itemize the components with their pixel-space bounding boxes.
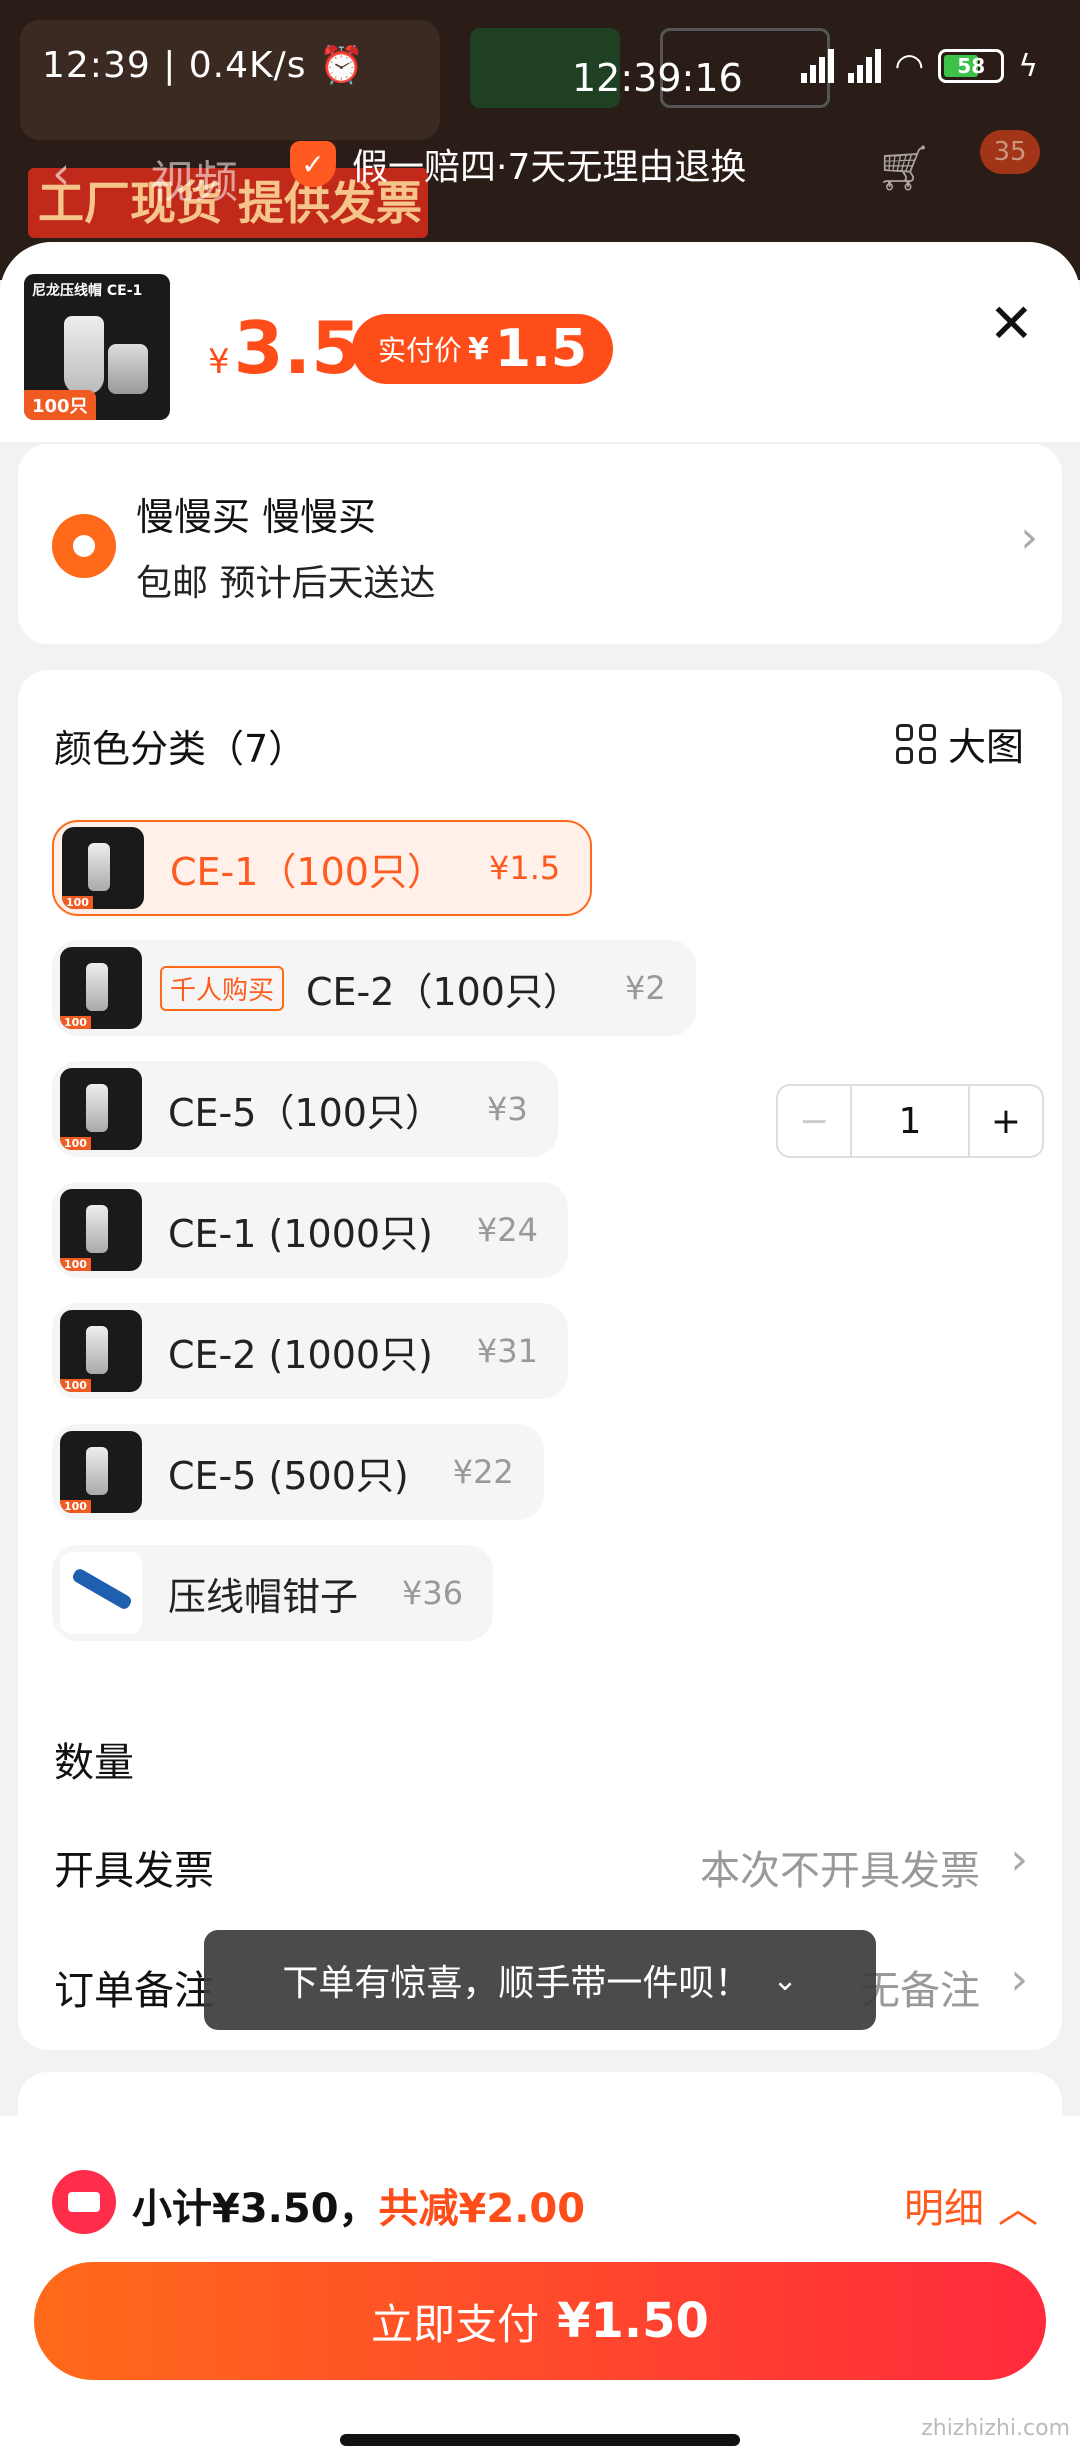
checkout-bar: 小计¥3.50，共减¥2.00 明细 ︿ 立即支付 ¥1.50 zhizhizh…: [0, 2116, 1080, 2460]
increment-button[interactable]: +: [970, 1086, 1042, 1156]
shield-check-icon: ✓: [290, 141, 336, 187]
quantity-value[interactable]: 1: [850, 1086, 970, 1156]
option-thumbnail: 100: [60, 1068, 142, 1150]
subtotal: 小计¥3.50，共减¥2.00: [132, 2176, 585, 2234]
option-thumbnail: 100: [60, 1189, 142, 1271]
option-thumbnail: 100: [62, 827, 144, 909]
quantity-stepper[interactable]: − 1 +: [776, 1084, 1044, 1158]
guarantee-banner: ✓ 假一赔四·7天无理由退换: [290, 138, 746, 190]
chevron-right-icon: ›: [1010, 1834, 1028, 1885]
grid-icon: [895, 723, 936, 764]
status-bar: 12:39 | 0.4K/s ⏰ 12:39:16 ◠ 58 ϟ: [0, 0, 1080, 130]
discount-text: 共减¥2.00: [378, 2186, 586, 2232]
watermark: zhizhizhi.com: [921, 2416, 1070, 2441]
chevron-right-icon: ›: [1020, 512, 1038, 563]
paid-price-currency: ¥: [468, 331, 489, 367]
thumbnail-title: 尼龙压线帽 CE-1: [32, 283, 143, 299]
sheet-header: 尼龙压线帽 CE-1 100只 ¥ 3.5 实付价 ¥ 1.5 ✕: [0, 242, 1080, 442]
option-name: 压线帽钳子: [168, 1574, 359, 1619]
option-name: CE-2（100只）: [306, 969, 581, 1014]
battery-level: 58: [957, 54, 986, 78]
thumbnail-tag: 100只: [24, 390, 96, 420]
option-ce5-500[interactable]: 100 CE-5 (500只) ¥22: [52, 1424, 544, 1520]
status-left: 12:39 | 0.4K/s ⏰: [42, 45, 365, 86]
option-price: ¥31: [476, 1332, 538, 1370]
remark-label[interactable]: 订单备注: [54, 1958, 214, 2016]
option-ce1-1000[interactable]: 100 CE-1 (1000只) ¥24: [52, 1182, 568, 1278]
toast-text: 下单有惊喜，顺手带一件呗！: [282, 1963, 751, 2004]
status-right: ◠ 58 ϟ: [800, 46, 1038, 86]
option-name: CE-1 (1000只): [168, 1211, 433, 1256]
option-name: CE-2 (1000只): [168, 1332, 433, 1377]
ticket-icon: [52, 2170, 116, 2234]
option-crimping-pliers[interactable]: 压线帽钳子 ¥36: [52, 1545, 494, 1641]
quantity-label: 数量: [54, 1740, 134, 1786]
pay-now-button[interactable]: 立即支付 ¥1.50: [34, 2262, 1046, 2380]
option-price: ¥24: [476, 1211, 538, 1249]
option-ce2-100[interactable]: 100 千人购买 CE-2（100只） ¥2: [52, 940, 696, 1036]
battery-icon: 58: [938, 49, 1005, 83]
nav-video-tab[interactable]: 视频: [150, 146, 238, 210]
address-card[interactable]: 慢慢买 慢慢买 包邮 预计后天送达 ›: [18, 444, 1062, 644]
option-price: ¥36: [402, 1574, 464, 1612]
network-speed: 0.4K/s: [188, 45, 307, 86]
price-value: 3.5: [233, 306, 362, 390]
signal-icon: [800, 49, 834, 83]
alarm-icon: ⏰: [318, 45, 365, 86]
option-ce5-100[interactable]: 100 CE-5（100只） ¥3: [52, 1061, 558, 1157]
home-indicator[interactable]: [340, 2434, 740, 2446]
invoice-value[interactable]: 本次不开具发票: [700, 1838, 980, 1896]
option-thumbnail: 100: [60, 1431, 142, 1513]
product-price: ¥ 3.5: [208, 306, 361, 390]
pay-label: 立即支付: [371, 2299, 540, 2349]
signal-icon-2: [847, 49, 881, 83]
back-arrow-icon[interactable]: ‹: [52, 146, 70, 200]
option-price: ¥3: [486, 1090, 528, 1128]
remark-value[interactable]: 无备注: [860, 1958, 980, 2016]
option-price: ¥1.5: [488, 849, 561, 887]
status-time: 12:39: [42, 45, 151, 86]
recipient-name: 慢慢买 慢慢买: [136, 495, 377, 539]
color-category-title: 颜色分类（7）: [54, 727, 307, 771]
option-price: ¥22: [452, 1453, 514, 1491]
product-thumbnail[interactable]: 尼龙压线帽 CE-1 100只: [24, 274, 170, 420]
option-name: CE-5（100只）: [168, 1090, 443, 1135]
cart-badge: 35: [980, 130, 1040, 174]
decrement-button[interactable]: −: [778, 1086, 850, 1156]
close-icon[interactable]: ✕: [989, 292, 1034, 355]
option-ce2-1000[interactable]: 100 CE-2 (1000只) ¥31: [52, 1303, 568, 1399]
big-view-label: 大图: [947, 725, 1024, 769]
pay-amount: ¥1.50: [557, 2293, 709, 2349]
paid-price-label: 实付价: [378, 334, 463, 367]
chevron-up-icon: ︿: [998, 2186, 1038, 2232]
paid-price-pill: 实付价 ¥ 1.5: [352, 314, 614, 384]
top-nav: ‹ 视频 ✓ 假一赔四·7天无理由退换 🛒︎ 35: [0, 130, 1080, 220]
location-pin-icon: [52, 514, 116, 578]
subtotal-text: 小计¥3.50，: [132, 2186, 379, 2232]
option-thumbnail: 100: [60, 1310, 142, 1392]
option-price: ¥2: [624, 969, 666, 1007]
price-currency: ¥: [208, 342, 230, 382]
big-view-button[interactable]: 大图: [895, 716, 1024, 771]
shipping-info: 包邮 预计后天送达: [136, 563, 436, 604]
detail-label: 明细: [904, 2186, 984, 2232]
wifi-icon: ◠: [894, 46, 925, 86]
option-name: CE-1（100只）: [170, 849, 445, 894]
cart-icon[interactable]: 🛒︎: [876, 142, 932, 194]
chevron-right-icon: ›: [1010, 1954, 1028, 2005]
option-ce1-100[interactable]: 100 CE-1（100只） ¥1.5: [52, 820, 593, 916]
status-clock: 12:39:16: [572, 56, 743, 100]
paid-price-value: 1.5: [494, 319, 588, 379]
promo-toast[interactable]: 下单有惊喜，顺手带一件呗！ ⌄: [204, 1930, 876, 2030]
charging-icon: ϟ: [1018, 48, 1038, 84]
guarantee-text: 假一赔四·7天无理由退换: [352, 147, 747, 188]
option-thumbnail: [60, 1552, 142, 1634]
popular-tag: 千人购买: [160, 965, 285, 1011]
invoice-label[interactable]: 开具发票: [54, 1838, 214, 1896]
chevron-down-icon: ⌄: [772, 1962, 798, 1998]
option-thumbnail: 100: [60, 947, 142, 1029]
option-name: CE-5 (500只): [168, 1453, 409, 1498]
detail-toggle[interactable]: 明细 ︿: [904, 2176, 1038, 2234]
